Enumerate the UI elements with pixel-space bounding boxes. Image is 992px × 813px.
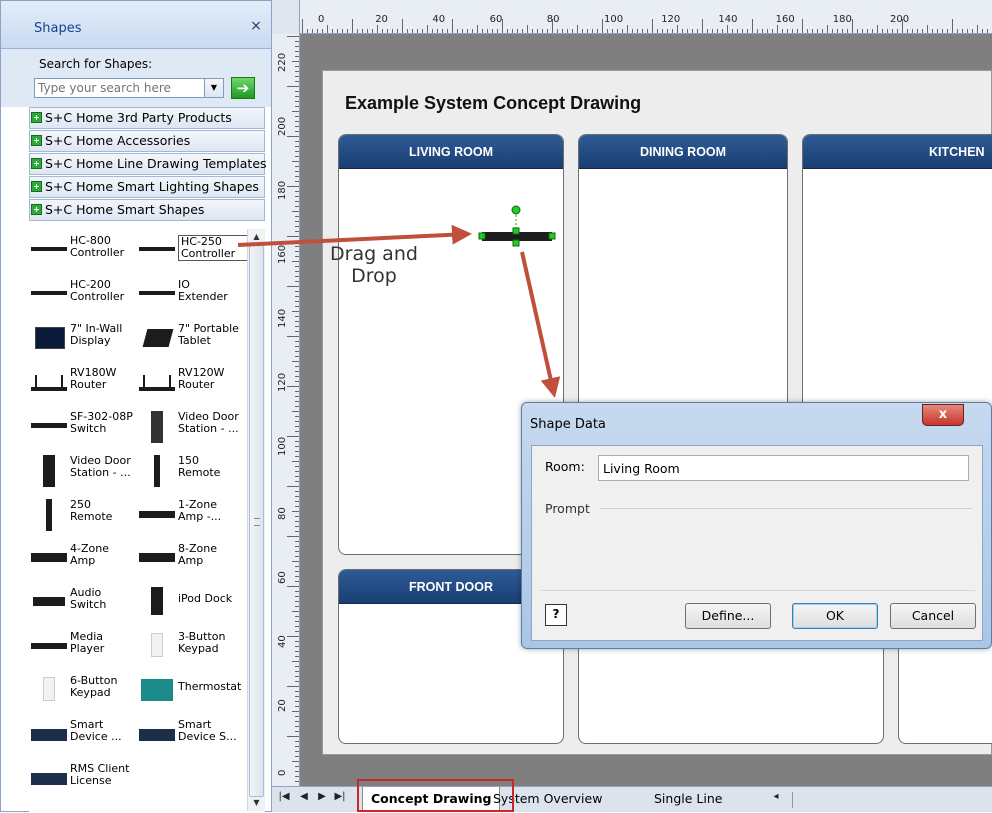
scroll-left-icon[interactable]: ◂: [770, 791, 782, 802]
shape-data-dialog: Shape Data x Room: Prompt ? Define... OK…: [521, 402, 992, 649]
previous-page-icon[interactable]: ◀: [298, 791, 310, 802]
horizontal-scrollbar[interactable]: [792, 792, 992, 808]
cancel-button[interactable]: Cancel: [890, 603, 976, 629]
button-divider: [541, 590, 975, 591]
dialog-title: Shape Data: [530, 417, 606, 432]
tab-single-line[interactable]: Single Line: [646, 787, 730, 811]
define-button[interactable]: Define...: [685, 603, 771, 629]
help-icon[interactable]: ?: [545, 604, 567, 626]
dropped-controller-shape[interactable]: [478, 205, 556, 247]
ok-button[interactable]: OK: [792, 603, 878, 629]
rotation-handle[interactable]: [511, 205, 521, 215]
prompt-divider: [600, 508, 972, 509]
drag-arrow: [237, 224, 472, 247]
selection-handle-left[interactable]: [478, 232, 486, 240]
selection-handle-right[interactable]: [548, 232, 556, 240]
dialog-close-button[interactable]: x: [922, 404, 964, 426]
selection-handle-top[interactable]: [512, 227, 520, 235]
last-page-icon[interactable]: ▶|: [334, 791, 346, 802]
room-input[interactable]: [598, 455, 969, 481]
first-page-icon[interactable]: |◀: [278, 791, 290, 802]
selection-handle-bottom[interactable]: [512, 239, 520, 247]
highlight-box: [357, 779, 514, 812]
next-page-icon[interactable]: ▶: [316, 791, 328, 802]
dialog-body: Room: Prompt ? Define... OK Cancel: [531, 445, 983, 641]
drop-arrow: [520, 251, 561, 398]
room-label: Room:: [545, 459, 585, 474]
prompt-label: Prompt: [545, 501, 590, 516]
